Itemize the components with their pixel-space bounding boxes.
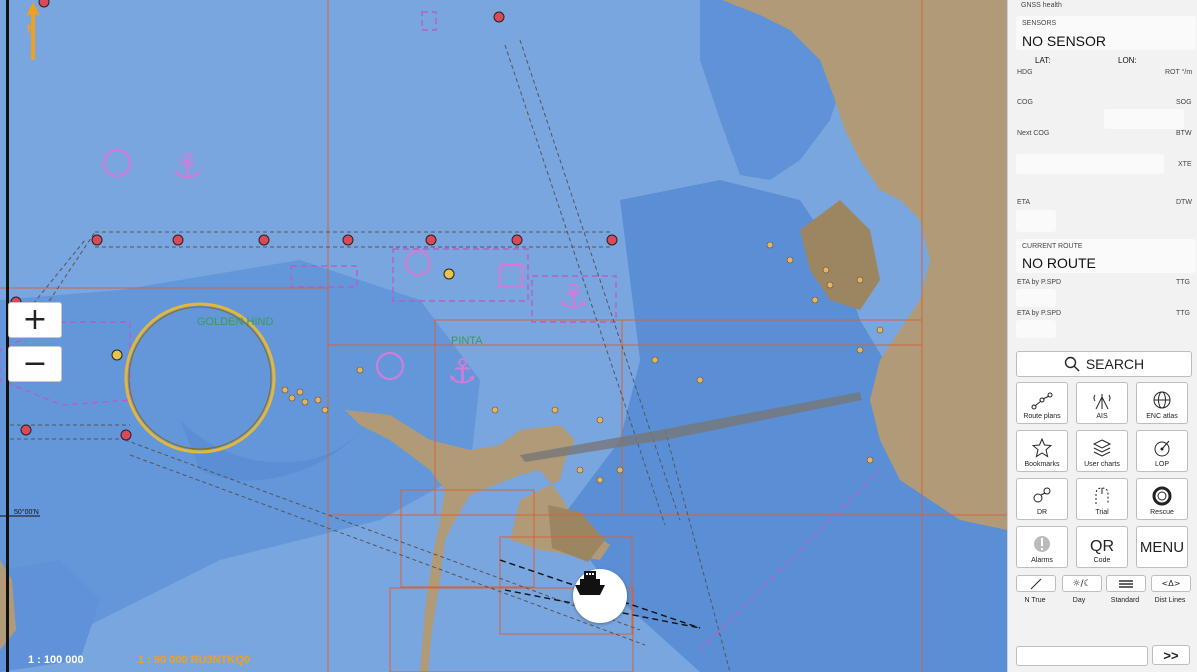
xte-label: XTE <box>1178 161 1192 168</box>
zoom-out-label: − <box>22 346 48 381</box>
ais-button[interactable]: AIS <box>1076 382 1128 424</box>
rot-label: ROT °/m <box>1165 69 1193 76</box>
qr-icon: QR <box>1090 538 1114 555</box>
eta-pspd-field-1 <box>1016 289 1056 307</box>
eta-pspd-label-1: ETA by P.SPD <box>1017 279 1062 286</box>
zoom-in-button[interactable]: + <box>8 302 62 338</box>
ais-icon <box>1093 394 1111 410</box>
standard-button[interactable] <box>1106 575 1146 592</box>
layers-icon <box>1092 439 1112 457</box>
lon-label: LON: <box>1118 56 1137 65</box>
lat-label: LAT: <box>1035 56 1051 65</box>
star-icon <box>1032 438 1052 458</box>
compass-icon <box>1030 578 1042 589</box>
alarm-icon <box>1034 536 1050 552</box>
lop-button[interactable]: LOP <box>1136 430 1188 472</box>
collapse-panel-button[interactable]: >> <box>1152 645 1190 665</box>
search-button[interactable]: SEARCH <box>1016 351 1192 377</box>
lifebuoy-icon <box>1152 486 1172 506</box>
search-label: SEARCH <box>1085 356 1145 372</box>
route-plans-button[interactable]: Route plans <box>1016 382 1068 424</box>
svg-text:⚓: ⚓ <box>447 352 477 392</box>
day-night-icon: ☼/☾ <box>1072 578 1092 589</box>
alarms-label: Alarms <box>1031 557 1053 564</box>
alarms-button[interactable]: Alarms <box>1016 526 1068 568</box>
globe-icon <box>1153 391 1171 409</box>
ttg-label-2: TTG <box>1176 310 1190 317</box>
chart-canvas[interactable]: ⚓ ⚓ ⚓ <box>0 0 1007 672</box>
btw-label: BTW <box>1176 130 1192 137</box>
eta-field <box>1016 210 1056 232</box>
current-route-value: NO ROUTE <box>1022 255 1096 271</box>
ais-label: AIS <box>1096 413 1108 420</box>
trial-icon <box>1095 487 1109 504</box>
lop-icon <box>1154 440 1170 457</box>
ship-icon <box>575 571 605 595</box>
dist-lines-icon: <Δ> <box>1161 579 1181 588</box>
current-route-heading: CURRENT ROUTE <box>1022 243 1083 250</box>
cog-label: COG <box>1017 99 1033 106</box>
enc-atlas-label: ENC atlas <box>1146 413 1178 420</box>
standard-label: Standard <box>1110 597 1140 604</box>
north-label: N <box>27 22 36 36</box>
bookmarks-label: Bookmarks <box>1024 461 1060 468</box>
route-icon <box>1031 392 1053 410</box>
menu-button[interactable]: MENU <box>1136 526 1188 568</box>
eta-pspd-field-2 <box>1016 320 1056 338</box>
collapse-panel-label: >> <box>1163 647 1179 663</box>
bottom-input-field[interactable] <box>1016 646 1148 666</box>
rescue-label: Rescue <box>1150 509 1174 516</box>
chart-map[interactable]: ⚓ ⚓ ⚓ N GOLDEN HIND PINTA 50°00'N + − 1 … <box>0 0 1007 672</box>
dr-label: DR <box>1036 509 1048 516</box>
zoom-out-button[interactable]: − <box>8 346 62 382</box>
bookmarks-button[interactable]: Bookmarks <box>1016 430 1068 472</box>
sensors-heading: SENSORS <box>1022 20 1057 27</box>
user-charts-label: User charts <box>1084 461 1120 468</box>
user-charts-button[interactable]: User charts <box>1076 430 1128 472</box>
nav-panel: GNSS health SENSORS NO SENSOR LAT: LON: … <box>1007 0 1197 672</box>
trial-label: Trial <box>1095 509 1109 516</box>
svg-text:⚓: ⚓ <box>172 147 202 187</box>
day-button[interactable]: ☼/☾ <box>1062 575 1102 592</box>
eta-pspd-label-2: ETA by P.SPD <box>1017 310 1062 317</box>
qr-code-label: Code <box>1093 557 1111 564</box>
scale-label: 1 : 100 000 <box>28 654 84 666</box>
qr-code-button[interactable]: QR Code <box>1076 526 1128 568</box>
dr-button[interactable]: DR <box>1016 478 1068 520</box>
sensors-value: NO SENSOR <box>1022 33 1107 49</box>
xte-field <box>1016 154 1164 174</box>
place-name-pinta: PINTA <box>451 335 483 347</box>
rescue-button[interactable]: Rescue <box>1136 478 1188 520</box>
n-true-button[interactable] <box>1016 575 1056 592</box>
sog-label: SOG <box>1176 99 1192 106</box>
hdg-label: HDG <box>1017 69 1033 76</box>
dtw-label: DTW <box>1176 199 1192 206</box>
next-cog-label: Next COG <box>1017 130 1050 137</box>
eta-label: ETA <box>1017 199 1031 206</box>
n-true-label: N True <box>1024 597 1046 604</box>
dist-lines-button[interactable]: <Δ> <box>1151 575 1191 592</box>
zoom-in-label: + <box>22 302 48 337</box>
chart-scale-label: 1 : 90 000 RU3NTKQ0 <box>138 654 250 666</box>
gnss-health-label: GNSS health <box>1021 2 1062 9</box>
dr-icon <box>1033 487 1051 503</box>
search-icon <box>1064 356 1080 372</box>
standard-icon <box>1119 579 1133 588</box>
route-plans-label: Route plans <box>1023 413 1061 420</box>
sog-field <box>1104 109 1184 129</box>
center-ship-button[interactable] <box>573 569 627 623</box>
trial-button[interactable]: Trial <box>1076 478 1128 520</box>
lop-label: LOP <box>1154 461 1169 468</box>
latitude-tick-label: 50°00'N <box>14 509 39 516</box>
dist-lines-label: Dist Lines <box>1154 597 1186 604</box>
svg-text:⚓: ⚓ <box>558 277 588 317</box>
ttg-label-1: TTG <box>1176 279 1190 286</box>
enc-atlas-button[interactable]: ENC atlas <box>1136 382 1188 424</box>
place-name-golden-hind: GOLDEN HIND <box>197 316 274 328</box>
day-label: Day <box>1072 597 1086 604</box>
menu-label: MENU <box>1139 538 1185 556</box>
